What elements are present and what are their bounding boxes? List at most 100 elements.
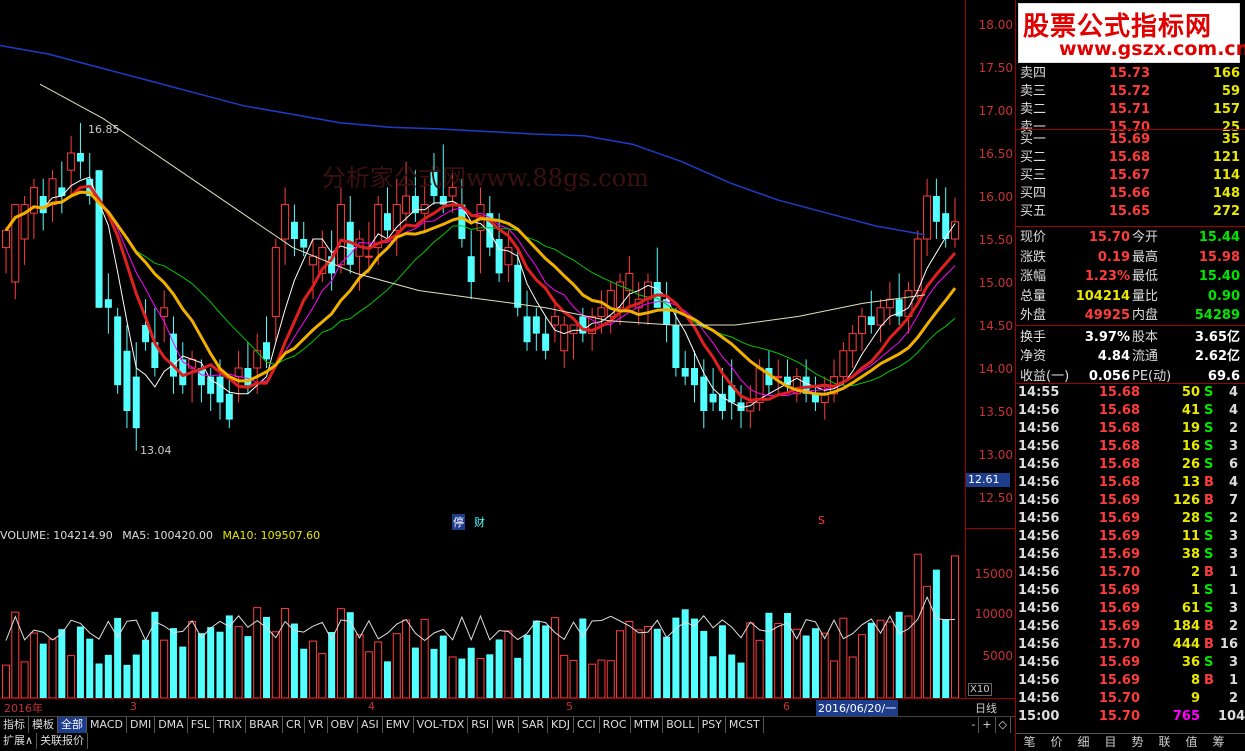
volume-bar[interactable]: [123, 664, 131, 698]
sell-level[interactable]: 卖三 15.72 59: [1018, 83, 1242, 101]
volume-bar[interactable]: [197, 633, 205, 698]
volume-bar[interactable]: [690, 618, 698, 698]
volume-bar[interactable]: [290, 623, 298, 698]
volume-bar[interactable]: [374, 641, 383, 698]
volume-bar[interactable]: [11, 611, 20, 698]
zoom-button[interactable]: ◇: [996, 717, 1011, 733]
volume-bar[interactable]: [876, 619, 885, 698]
volume-bar[interactable]: [160, 639, 169, 698]
indicator-tab[interactable]: MTM: [631, 717, 664, 733]
panel-tab[interactable]: 筹: [1205, 734, 1232, 751]
indicator-tab[interactable]: DMA: [155, 717, 188, 733]
candle[interactable]: [95, 170, 103, 308]
candle[interactable]: [114, 307, 122, 394]
candle[interactable]: [132, 342, 140, 451]
indicator-tab[interactable]: PSY: [699, 717, 726, 733]
volume-bar[interactable]: [95, 663, 103, 698]
candle[interactable]: [913, 230, 922, 300]
volume-bar[interactable]: [169, 628, 177, 698]
candle[interactable]: [848, 325, 857, 368]
candle[interactable]: [709, 368, 717, 411]
volume-bar[interactable]: [179, 646, 187, 698]
volume-bar[interactable]: [606, 660, 615, 698]
volume-bar[interactable]: [355, 634, 364, 698]
volume-bar[interactable]: [504, 630, 513, 698]
candle[interactable]: [560, 316, 569, 368]
volume-bar[interactable]: [2, 664, 10, 698]
volume-bar[interactable]: [774, 623, 783, 698]
candle[interactable]: [67, 135, 76, 196]
cai-marker[interactable]: 财: [474, 514, 485, 530]
panel-tab[interactable]: 值: [1178, 734, 1205, 751]
candle[interactable]: [830, 359, 839, 403]
volume-bar[interactable]: [830, 660, 839, 698]
candle[interactable]: [542, 316, 550, 360]
volume-bar[interactable]: [309, 640, 318, 698]
panel-tab[interactable]: 笔: [1016, 734, 1043, 751]
candle[interactable]: [923, 178, 932, 257]
volume-bar[interactable]: [718, 625, 726, 698]
panel-tab[interactable]: 价: [1043, 734, 1070, 751]
indicator-tab[interactable]: 全部: [58, 717, 87, 733]
indicator-tab[interactable]: FSL: [188, 717, 214, 733]
candlestick-chart[interactable]: 分析家公式网www.88gs.com 16.85 13.04 停 财 S: [0, 0, 965, 530]
volume-bar[interactable]: [653, 628, 661, 698]
volume-bar[interactable]: [542, 625, 550, 698]
volume-bar[interactable]: [532, 620, 540, 698]
volume-bar[interactable]: [895, 611, 903, 698]
volume-bar[interactable]: [784, 613, 792, 698]
volume-bar[interactable]: [476, 657, 485, 698]
volume-bar[interactable]: [839, 617, 848, 698]
candle[interactable]: [179, 342, 187, 394]
volume-bar[interactable]: [495, 639, 503, 698]
buy-level[interactable]: 买五 15.65 272: [1018, 203, 1242, 221]
candle[interactable]: [681, 350, 689, 386]
indicator-tab[interactable]: EMV: [383, 717, 414, 733]
candle[interactable]: [160, 290, 169, 343]
candle[interactable]: [951, 197, 959, 248]
volume-bar[interactable]: [820, 632, 829, 698]
indicator-tab[interactable]: 指标: [0, 717, 29, 733]
panel-tab[interactable]: 势: [1124, 734, 1151, 751]
volume-bar[interactable]: [76, 626, 84, 698]
volume-bar[interactable]: [514, 657, 522, 698]
indicator-tab[interactable]: CCI: [574, 717, 600, 733]
candle[interactable]: [263, 316, 271, 368]
candle[interactable]: [867, 290, 875, 334]
volume-bar[interactable]: [802, 635, 810, 698]
expand-button[interactable]: 扩展∧: [0, 733, 38, 749]
volume-bar[interactable]: [86, 638, 94, 698]
candle[interactable]: [20, 196, 29, 265]
volume-bar[interactable]: [932, 569, 940, 698]
indicator-tab[interactable]: TRIX: [214, 717, 247, 733]
candle[interactable]: [486, 196, 494, 257]
buy-level[interactable]: 买一 15.69 35: [1018, 131, 1242, 149]
indicator-tab[interactable]: CR: [283, 717, 306, 733]
candle[interactable]: [281, 187, 290, 265]
candle[interactable]: [383, 187, 391, 239]
candle[interactable]: [932, 178, 940, 239]
period-label[interactable]: 日线: [975, 700, 997, 716]
candle[interactable]: [346, 196, 354, 274]
indicator-tab[interactable]: DMI: [127, 717, 156, 733]
volume-bar[interactable]: [364, 651, 373, 698]
candle[interactable]: [197, 359, 205, 403]
volume-bar[interactable]: [663, 636, 671, 698]
selected-date[interactable]: 2016/06/20/一: [816, 700, 899, 716]
candle[interactable]: [700, 359, 708, 429]
volume-bar[interactable]: [29, 632, 38, 698]
volume-bar[interactable]: [439, 635, 447, 698]
volume-bar[interactable]: [48, 638, 57, 698]
volume-bar[interactable]: [318, 653, 327, 698]
volume-bar[interactable]: [746, 622, 755, 698]
volume-bar[interactable]: [448, 656, 457, 698]
volume-bar[interactable]: [458, 658, 466, 698]
buy-level[interactable]: 买三 15.67 114: [1018, 167, 1242, 185]
indicator-tab[interactable]: OBV: [328, 717, 358, 733]
volume-bar[interactable]: [271, 631, 280, 698]
candle[interactable]: [58, 161, 66, 214]
indicator-tab[interactable]: WR: [493, 717, 519, 733]
indicator-tab[interactable]: 模板: [29, 717, 58, 733]
volume-bar[interactable]: [625, 621, 634, 698]
volume-bar[interactable]: [885, 621, 894, 698]
